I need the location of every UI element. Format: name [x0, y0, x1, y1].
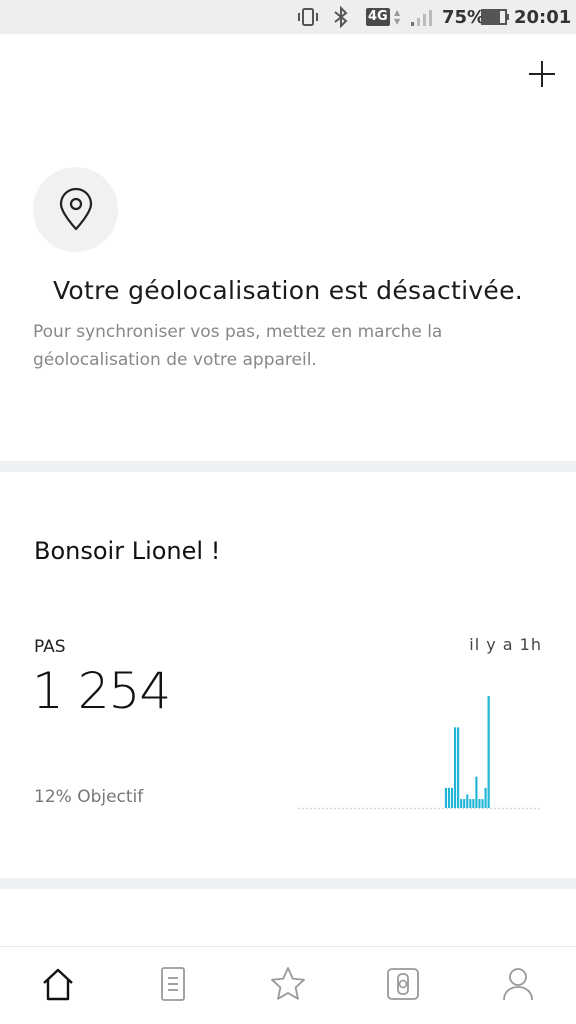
status-bar: 4G ▲ ▼ 75% 20:01 [0, 0, 576, 34]
chart-bar [475, 776, 478, 808]
clock: 20:01 [514, 6, 572, 28]
chart-bar [466, 794, 469, 808]
network-type: 4G [366, 8, 390, 26]
plus-icon [529, 61, 555, 87]
tab-device[interactable] [383, 962, 423, 1006]
chart-bar [469, 799, 472, 808]
chart-bar [460, 799, 463, 808]
add-button[interactable] [526, 58, 558, 90]
section-divider [0, 461, 576, 472]
tab-bar-border [0, 946, 576, 947]
tab-profile[interactable] [498, 962, 538, 1006]
steps-last-update: il y a 1h [469, 635, 542, 654]
greeting: Bonsoir Lionel ! [34, 537, 221, 565]
chart-bar [484, 787, 487, 808]
location-pin-icon [59, 187, 92, 230]
signal-icon [410, 0, 434, 34]
geolocation-title: Votre géolocalisation est désactivée. [52, 276, 524, 305]
chart-bar [457, 727, 460, 808]
tab-favorites[interactable] [268, 962, 308, 1006]
chart-bar [472, 799, 475, 808]
steps-label: PAS [34, 637, 66, 657]
tab-journal[interactable] [153, 962, 193, 1006]
chart-bar [450, 787, 454, 808]
battery-percent: 75% [442, 6, 486, 28]
location-icon-badge [33, 167, 118, 252]
tab-home[interactable] [38, 962, 78, 1006]
chart-bar [481, 799, 484, 808]
star-icon [271, 967, 305, 1000]
battery-icon [481, 0, 511, 34]
geolocation-message: Pour synchroniser vos pas, mettez en mar… [33, 322, 443, 370]
person-icon [503, 968, 533, 1001]
chart-bar [444, 787, 447, 808]
steps-goal: 12% Objectif [34, 787, 144, 807]
vibrate-icon [296, 0, 320, 34]
chart-bar [478, 799, 481, 808]
bluetooth-icon [332, 0, 350, 34]
watch-icon [387, 968, 419, 1000]
section-divider [0, 878, 576, 889]
chart-bar [463, 799, 466, 808]
data-activity-icon: ▲ ▼ [394, 8, 401, 26]
chart-bar [487, 696, 490, 808]
steps-count[interactable]: 1 254 [32, 662, 171, 720]
chart-bar [447, 787, 451, 808]
chart-bar [454, 727, 457, 808]
home-icon [43, 968, 73, 1001]
steps-chart[interactable] [298, 690, 542, 812]
document-icon [161, 967, 185, 1001]
